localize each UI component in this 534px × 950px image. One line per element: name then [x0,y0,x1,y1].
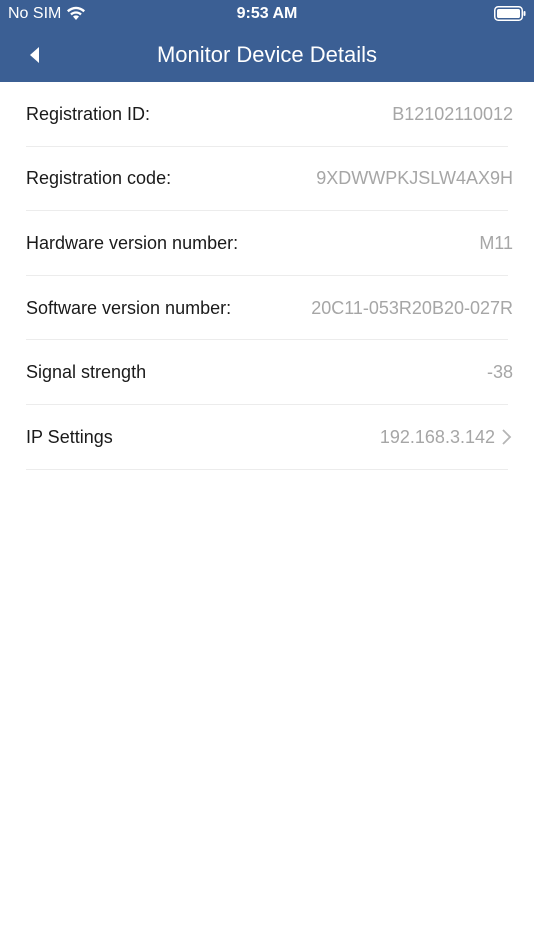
ip-settings-value-group: 192.168.3.142 [380,427,513,448]
software-version-value: 20C11-053R20B20-027R [311,297,513,318]
page-title: Monitor Device Details [156,42,378,67]
registration-id-row: Registration ID: B12102110012 [0,82,534,147]
software-version-row: Software version number: 20C11-053R20B20… [0,276,534,341]
chevron-right-icon [502,429,512,445]
battery-icon [494,6,526,21]
navigation-bar: Monitor Device Details [0,28,534,82]
signal-strength-row: Signal strength -38 [0,340,534,405]
hardware-version-label: Hardware version number: [26,232,239,253]
device-details-list: Registration ID: B12102110012 Registrati… [0,82,534,470]
ip-settings-label: IP Settings [26,426,113,447]
signal-strength-value: -38 [486,362,513,383]
ip-settings-value: 192.168.3.142 [379,426,495,447]
registration-id-label: Registration ID: [26,103,151,124]
signal-strength-label: Signal strength [26,362,147,383]
ip-settings-row[interactable]: IP Settings 192.168.3.142 [0,405,534,470]
status-bar: No SIM 9:53 AM [0,0,534,28]
registration-code-label: Registration code: [26,168,172,189]
hardware-version-row: Hardware version number: M11 [0,211,534,276]
hardware-version-value: M11 [479,232,513,253]
software-version-label: Software version number: [26,297,232,318]
registration-code-row: Registration code: 9XDWWPKJSLW4AX9H [0,147,534,212]
status-time: 9:53 AM [236,5,298,22]
header: No SIM 9:53 AM Monitor Device Details [0,0,534,82]
registration-code-value: 9XDWWPKJSLW4AX9H [316,168,513,189]
registration-id-value: B12102110012 [392,103,513,124]
